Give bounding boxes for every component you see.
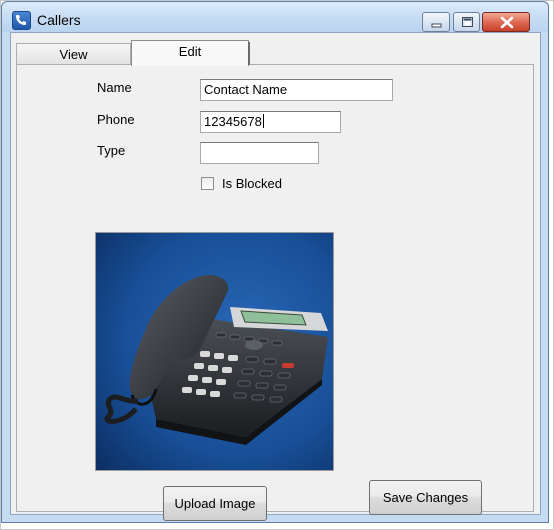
type-label: Type <box>97 143 126 158</box>
client-area: View Edit Name Contact Name Phone 123456… <box>10 32 541 521</box>
phone-icon <box>12 11 31 30</box>
upload-image-button[interactable]: Upload Image <box>163 486 267 521</box>
callers-window: Callers View Edit Name Contact Name Phon… <box>1 1 549 523</box>
text-caret <box>262 114 264 128</box>
tab-edit-edge <box>248 42 250 65</box>
save-changes-button[interactable]: Save Changes <box>369 480 482 515</box>
name-label: Name <box>97 80 132 95</box>
maximize-button[interactable] <box>453 12 480 32</box>
type-field[interactable] <box>200 142 319 164</box>
close-icon <box>500 16 514 29</box>
title-bar[interactable]: Callers <box>2 2 548 32</box>
is-blocked-checkbox[interactable] <box>201 177 214 190</box>
name-field[interactable]: Contact Name <box>200 79 393 101</box>
maximize-icon <box>462 17 473 27</box>
desk-phone-image <box>96 233 333 470</box>
tab-edit[interactable]: Edit <box>131 40 249 66</box>
tab-view[interactable]: View <box>16 43 131 65</box>
is-blocked-label[interactable]: Is Blocked <box>222 176 282 191</box>
edit-panel: Name Contact Name Phone 12345678 Type Is… <box>16 64 534 521</box>
phone-label: Phone <box>97 112 135 127</box>
phone-field[interactable]: 12345678 <box>200 111 341 133</box>
window-title: Callers <box>37 12 81 28</box>
minimize-icon <box>431 23 442 28</box>
close-button[interactable] <box>482 12 530 32</box>
minimize-button[interactable] <box>422 12 450 32</box>
phone-value: 12345678 <box>204 114 262 129</box>
contact-photo <box>95 232 334 471</box>
